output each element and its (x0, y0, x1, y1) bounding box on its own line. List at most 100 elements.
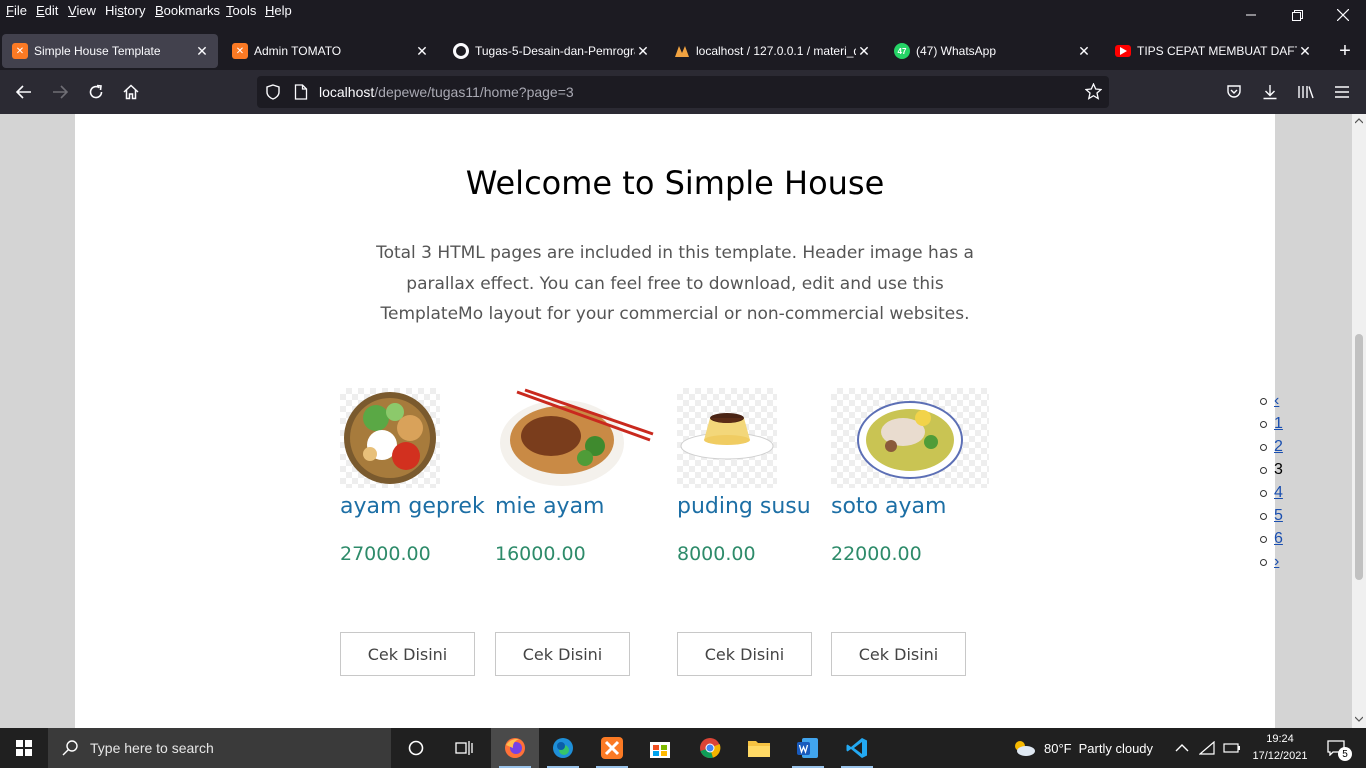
taskbar-search[interactable]: Type here to search (48, 728, 391, 768)
weather-widget[interactable]: 80°F Partly cloudy (1012, 728, 1153, 768)
navigation-toolbar: localhost/depewe/tugas11/home?page=3 (0, 70, 1366, 114)
cek-disini-button[interactable]: Cek Disini (831, 632, 966, 676)
home-button[interactable] (117, 78, 145, 106)
battery-icon[interactable] (1223, 742, 1241, 754)
pocket-button[interactable] (1220, 78, 1248, 106)
bookmark-star-icon[interactable] (1085, 83, 1102, 100)
product-card: mie ayam 16000.00 (495, 388, 655, 565)
weather-condition: Partly cloudy (1078, 740, 1154, 756)
taskbar-xampp[interactable] (588, 728, 636, 768)
restore-button[interactable] (1274, 0, 1320, 30)
task-view-button[interactable] (440, 728, 488, 768)
url-text[interactable]: localhost/depewe/tugas11/home?page=3 (319, 84, 574, 100)
menu-tools[interactable]: Tools (226, 3, 256, 18)
chevron-up-icon[interactable] (1175, 743, 1189, 753)
page-link[interactable]: 1 (1274, 415, 1283, 433)
taskbar-firefox[interactable] (491, 728, 539, 768)
reload-button[interactable] (82, 78, 110, 106)
downloads-button[interactable] (1256, 78, 1284, 106)
pagination-item: ‹ (1257, 392, 1287, 415)
library-button[interactable] (1292, 78, 1320, 106)
menu-bar: File Edit View History Bookmarks Tools H… (0, 0, 1366, 30)
download-icon (1263, 85, 1277, 100)
tab-github[interactable]: Tugas-5-Desain-dan-Pemrogra ✕ (443, 34, 659, 68)
puding-susu-image (677, 388, 777, 488)
menu-history[interactable]: History (105, 3, 145, 18)
page-heading: Welcome to Simple House (465, 164, 885, 202)
minimize-button[interactable] (1228, 0, 1274, 30)
product-price: 16000.00 (495, 543, 586, 565)
tab-title: Admin TOMATO (254, 44, 342, 58)
taskbar-clock[interactable]: 19:24 17/12/2021 (1252, 731, 1308, 765)
page-icon (294, 84, 308, 100)
edge-icon (553, 738, 573, 758)
close-tab-icon[interactable]: ✕ (635, 43, 651, 59)
product-card: puding susu 8000.00 (677, 388, 811, 565)
taskbar-chrome[interactable] (686, 728, 734, 768)
windows-logo-icon (16, 740, 32, 756)
prev-page-link[interactable]: ‹ (1274, 392, 1279, 410)
tab-admin-tomato[interactable]: ✕ Admin TOMATO ✕ (222, 34, 438, 68)
notification-center-button[interactable]: 5 (1316, 728, 1356, 768)
next-page-link[interactable]: › (1274, 553, 1279, 571)
page-link[interactable]: 6 (1274, 530, 1283, 548)
tab-whatsapp[interactable]: 47 (47) WhatsApp ✕ (884, 34, 1100, 68)
address-bar[interactable]: localhost/depewe/tugas11/home?page=3 (257, 76, 1109, 108)
pagination-item: 2 (1257, 438, 1287, 461)
close-tab-icon[interactable]: ✕ (856, 43, 872, 59)
product-card: ayam geprek 27000.00 (340, 388, 485, 565)
cek-disini-button[interactable]: Cek Disini (677, 632, 812, 676)
close-tab-icon[interactable]: ✕ (414, 43, 430, 59)
menu-button[interactable] (1328, 78, 1356, 106)
tab-title: TIPS CEPAT MEMBUAT DAFTAR (1137, 44, 1297, 58)
close-window-button[interactable] (1320, 0, 1366, 30)
cortana-button[interactable] (392, 728, 440, 768)
taskbar-store[interactable] (636, 728, 684, 768)
arrow-left-icon (16, 85, 31, 99)
mie-ayam-image (495, 388, 655, 488)
network-icon[interactable] (1199, 741, 1215, 755)
tab-title: (47) WhatsApp (916, 44, 997, 58)
taskbar-file-explorer[interactable] (735, 728, 783, 768)
tray-icons (1175, 728, 1241, 768)
page-link[interactable]: 2 (1274, 438, 1283, 456)
taskbar-edge[interactable] (539, 728, 587, 768)
shield-icon[interactable] (265, 84, 281, 100)
page-link[interactable]: 5 (1274, 507, 1283, 525)
taskbar-vscode[interactable] (833, 728, 881, 768)
task-view-icon (455, 741, 473, 755)
pagination-item: 5 (1257, 507, 1287, 530)
soto-ayam-image (831, 388, 989, 488)
pagination-item: 6 (1257, 530, 1287, 553)
menu-bookmarks[interactable]: Bookmarks (155, 3, 220, 18)
close-tab-icon[interactable]: ✕ (1076, 43, 1092, 59)
scroll-up-icon[interactable] (1355, 118, 1363, 124)
menu-edit[interactable]: Edit (36, 3, 58, 18)
page-link[interactable]: 4 (1274, 484, 1283, 502)
tab-title: Tugas-5-Desain-dan-Pemrogra (475, 44, 635, 58)
tab-youtube[interactable]: TIPS CEPAT MEMBUAT DAFTAR ✕ (1105, 34, 1321, 68)
home-icon (123, 84, 139, 100)
menu-help[interactable]: Help (265, 3, 292, 18)
menu-view[interactable]: View (68, 3, 96, 18)
tab-simple-house[interactable]: ✕ Simple House Template ✕ (2, 34, 218, 68)
forward-button[interactable] (46, 78, 74, 106)
product-price: 8000.00 (677, 543, 756, 565)
tab-phpmyadmin[interactable]: localhost / 127.0.0.1 / materi_d ✕ (664, 34, 880, 68)
page-scrollbar[interactable] (1352, 114, 1366, 728)
scrollbar-thumb[interactable] (1355, 334, 1363, 580)
taskbar-word[interactable] (784, 728, 832, 768)
reload-icon (89, 84, 103, 99)
library-icon (1298, 86, 1314, 99)
close-tab-icon[interactable]: ✕ (194, 43, 210, 59)
menu-file[interactable]: File (6, 3, 27, 18)
close-tab-icon[interactable]: ✕ (1297, 43, 1313, 59)
folder-icon (748, 741, 770, 757)
restore-icon (1291, 9, 1303, 21)
new-tab-button[interactable]: + (1332, 38, 1358, 64)
scroll-down-icon[interactable] (1355, 716, 1363, 722)
cek-disini-button[interactable]: Cek Disini (495, 632, 630, 676)
start-button[interactable] (0, 728, 48, 768)
back-button[interactable] (10, 78, 38, 106)
cek-disini-button[interactable]: Cek Disini (340, 632, 475, 676)
